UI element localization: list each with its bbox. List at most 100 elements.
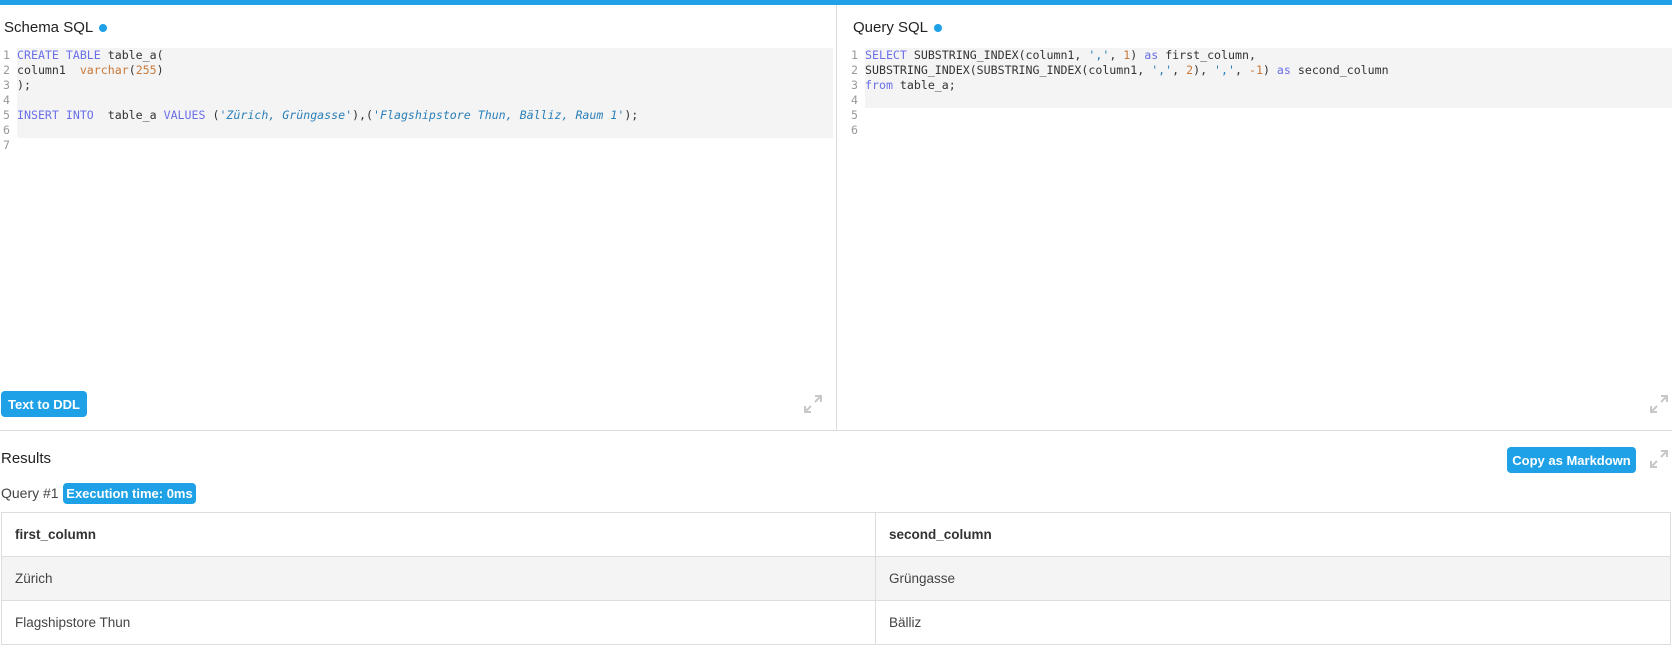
schema-panel: Schema SQL 1 CREATE TABLE table_a( 2 column… — [0, 5, 837, 430]
line-number: 2 — [851, 63, 858, 77]
code-token: SUBSTRING_INDEX(SUBSTRING_INDEX(column1, — [865, 63, 1152, 77]
query-panel-title: Query SQL — [853, 19, 929, 36]
code-text[interactable]: INSERT INTO table_a VALUES ('Zürich, Grü… — [17, 108, 833, 123]
code-token: 'Flagshipstore Thun, Bälliz, Raum 1' — [373, 108, 625, 122]
table-cell: Flagshipstore Thun — [1, 600, 876, 645]
section-divider — [0, 430, 1672, 431]
code-token: as — [1144, 48, 1159, 62]
expand-icon[interactable] — [802, 393, 824, 415]
code-token: from — [865, 78, 893, 92]
expand-icon[interactable] — [1648, 393, 1670, 415]
copy-as-markdown-button[interactable]: Copy as Markdown — [1507, 447, 1636, 473]
code-line[interactable]: 3 from table_a; — [838, 78, 1672, 93]
code-text[interactable] — [17, 93, 833, 108]
code-token: varchar — [79, 63, 129, 77]
code-token: 255 — [135, 63, 157, 77]
code-line[interactable]: 1 CREATE TABLE table_a( — [0, 48, 836, 63]
code-text[interactable]: column1 varchar(255) — [17, 63, 833, 78]
execution-time-badge: Execution time: 0ms — [63, 483, 196, 504]
line-number: 2 — [3, 63, 10, 77]
query-label: Query #1 — [1, 485, 59, 501]
line-number: 5 — [851, 108, 858, 122]
code-line[interactable]: 4 — [0, 93, 836, 108]
table-header-row: first_column second_column — [1, 512, 1671, 557]
code-token: column1 — [17, 63, 80, 77]
line-number: 4 — [3, 93, 10, 107]
code-token: ',' — [1088, 48, 1110, 62]
code-token: ); — [17, 78, 31, 92]
code-token: ) — [156, 63, 164, 77]
table-cell: Bälliz — [875, 600, 1671, 645]
schema-panel-header: Schema SQL — [4, 19, 108, 36]
code-text[interactable] — [865, 123, 1672, 138]
line-number: 7 — [3, 138, 10, 152]
query-panel: Query SQL 1 SELECT SUBSTRING_INDEX(column… — [838, 5, 1672, 430]
code-line[interactable]: 5 — [838, 108, 1672, 123]
code-token: second_column — [1290, 63, 1389, 77]
code-line[interactable]: 2 column1 varchar(255) — [0, 63, 836, 78]
code-token: ) — [1130, 48, 1145, 62]
code-token: , — [1235, 63, 1249, 77]
code-line[interactable]: 6 — [0, 123, 836, 138]
table-row: Flagshipstore Thun Bälliz — [1, 600, 1671, 645]
code-text[interactable]: ); — [17, 78, 833, 93]
line-number: 3 — [3, 78, 10, 92]
code-token: as — [1276, 63, 1291, 77]
column-header: first_column — [1, 512, 876, 557]
code-line[interactable]: 3); — [0, 78, 836, 93]
line-number: 1 — [851, 48, 858, 62]
code-token: ',' — [1214, 63, 1235, 77]
status-dot-icon — [934, 23, 943, 32]
code-token: CREATE TABLE — [17, 48, 101, 62]
table-row: Zürich Grüngasse — [1, 556, 1671, 601]
code-line[interactable]: 6 — [838, 123, 1672, 138]
results-title: Results — [1, 450, 52, 467]
query-code-editor[interactable]: 1 SELECT SUBSTRING_INDEX(column1, ',', 1)… — [838, 48, 1672, 138]
code-text[interactable]: SELECT SUBSTRING_INDEX(column1, ',', 1) … — [865, 48, 1672, 63]
code-text[interactable] — [865, 108, 1672, 123]
line-number: 3 — [851, 78, 858, 92]
code-token: ( — [205, 108, 220, 122]
code-token: ), — [1193, 63, 1215, 77]
code-token: 'Zürich, Grüngasse' — [219, 108, 353, 122]
column-header: second_column — [875, 512, 1671, 557]
code-token: VALUES — [163, 108, 206, 122]
results-table: first_column second_column Zürich Grünga… — [1, 512, 1671, 645]
code-token: SUBSTRING_INDEX(column1, — [906, 48, 1089, 62]
line-number: 4 — [851, 93, 858, 107]
code-line[interactable]: 5 INSERT INTO table_a VALUES ('Zürich, Gr… — [0, 108, 836, 123]
table-cell: Grüngasse — [875, 556, 1671, 601]
code-line[interactable]: 7 — [0, 138, 836, 153]
code-text[interactable] — [17, 138, 833, 153]
code-text[interactable]: SUBSTRING_INDEX(SUBSTRING_INDEX(column1,… — [865, 63, 1672, 78]
code-line[interactable]: 1 SELECT SUBSTRING_INDEX(column1, ',', 1)… — [838, 48, 1672, 63]
code-token: first_column, — [1158, 48, 1256, 62]
line-number: 6 — [851, 123, 858, 137]
code-text[interactable]: from table_a; — [865, 78, 1672, 93]
code-text[interactable]: CREATE TABLE table_a( — [17, 48, 833, 63]
code-text[interactable] — [17, 123, 833, 138]
schema-code-editor[interactable]: 1 CREATE TABLE table_a(2 column1 varchar(2… — [0, 48, 836, 153]
code-token: ) — [1262, 63, 1277, 77]
line-number: 5 — [3, 108, 10, 122]
code-text[interactable] — [865, 93, 1672, 108]
line-number: 1 — [3, 48, 10, 62]
code-token: , — [1172, 63, 1187, 77]
line-number: 6 — [3, 123, 10, 137]
code-token: table_a; — [892, 78, 956, 92]
code-token: ( — [128, 63, 136, 77]
code-token: INSERT INTO — [17, 108, 94, 122]
code-line[interactable]: 4 — [838, 93, 1672, 108]
text-to-ddl-button[interactable]: Text to DDL — [1, 391, 87, 417]
query-panel-header: Query SQL — [853, 19, 943, 36]
code-token: ); — [624, 108, 639, 122]
expand-icon[interactable] — [1648, 448, 1670, 470]
code-token: SELECT — [865, 48, 907, 62]
code-token: -1 — [1248, 63, 1263, 77]
code-token: ),( — [352, 108, 374, 122]
status-dot-icon — [99, 23, 108, 32]
code-token: ',' — [1151, 63, 1173, 77]
schema-panel-title: Schema SQL — [4, 19, 94, 36]
code-line[interactable]: 2 SUBSTRING_INDEX(SUBSTRING_INDEX(column1… — [838, 63, 1672, 78]
code-token: table_a( — [100, 48, 164, 62]
